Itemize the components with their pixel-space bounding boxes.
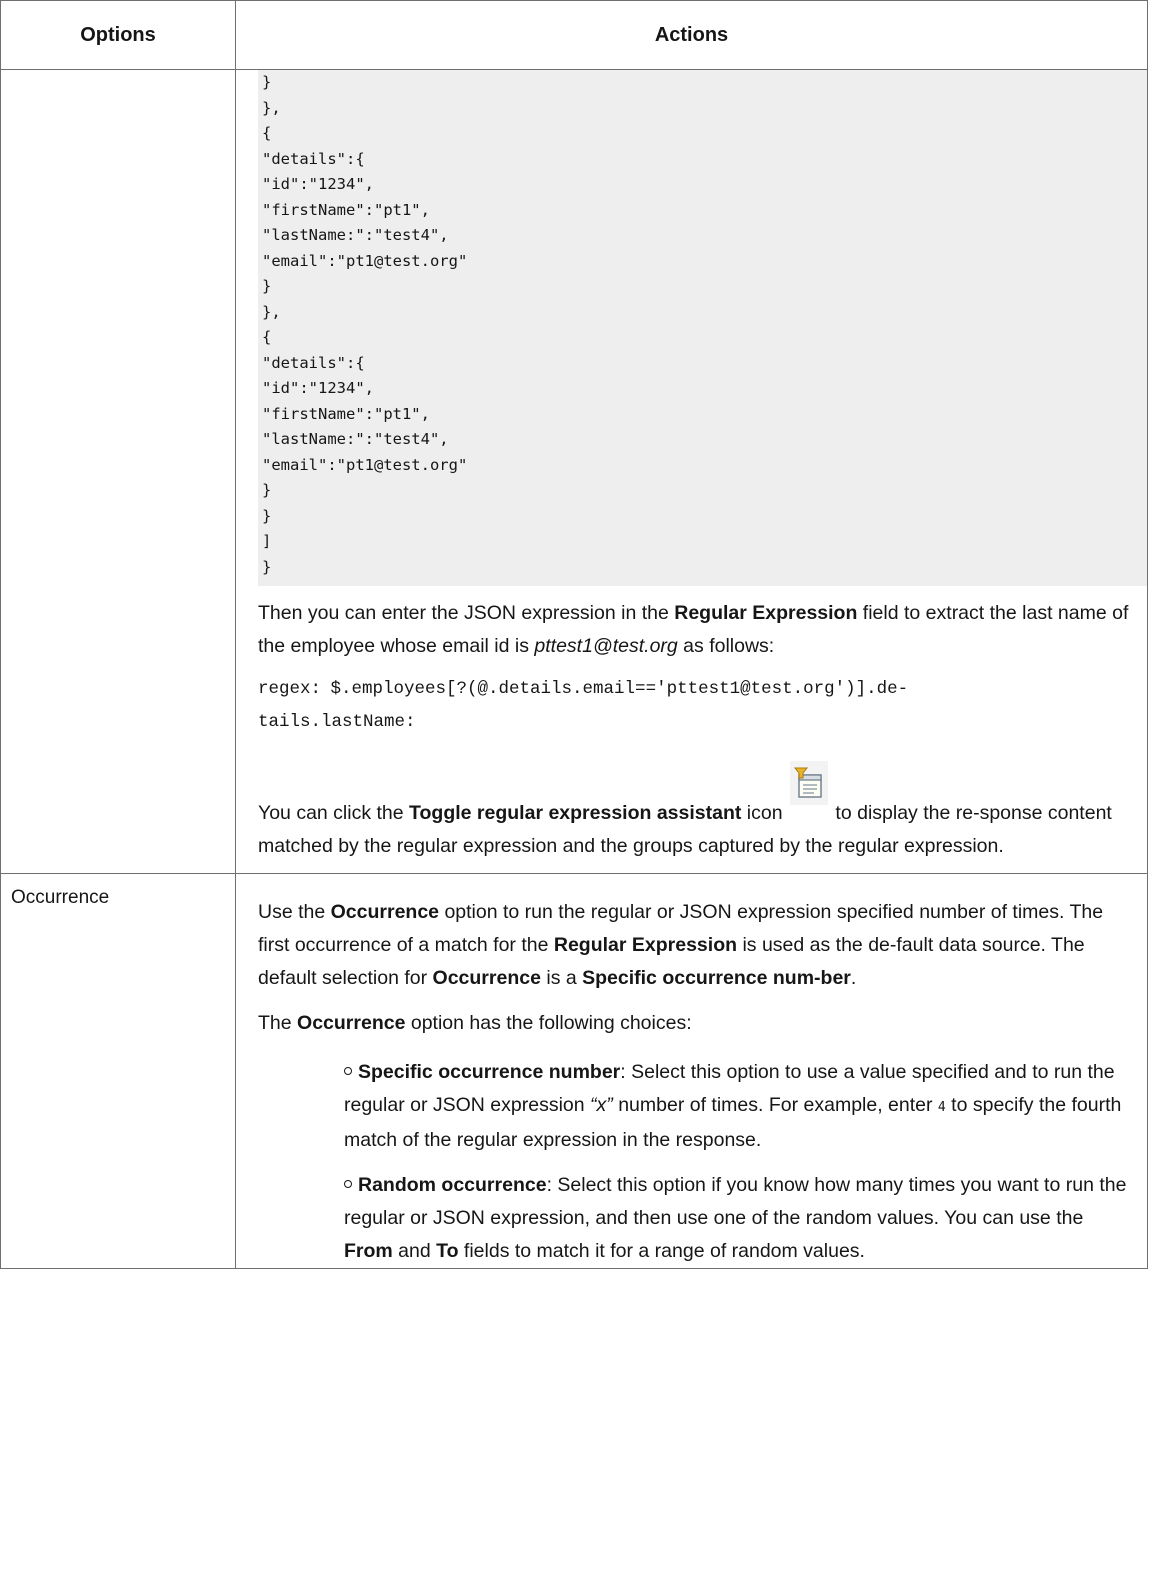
code-line: }	[262, 557, 272, 576]
code-line: ]	[262, 532, 272, 550]
code-line: "firstName":"pt1",	[262, 200, 430, 219]
table-row: Occurrence Use the Occurrence option to …	[0, 873, 1148, 1269]
occurrence-term: Occurrence	[330, 901, 440, 923]
text-run: is a	[540, 967, 583, 989]
email-example: pttest1@test.org	[534, 635, 678, 657]
json-expression-paragraph: Then you can enter the JSON expression i…	[258, 597, 1147, 663]
text-run: Use the	[258, 901, 331, 923]
code-line: "id":"1234",	[262, 379, 374, 397]
header-actions: Actions	[235, 0, 1148, 70]
from-term: From	[344, 1240, 393, 1262]
code-line: }	[262, 277, 272, 295]
code-line: "lastName:":"test4",	[262, 226, 449, 244]
code-line: "lastName:":"test4",	[262, 430, 449, 448]
toggle-regex-assistant-icon[interactable]	[790, 761, 828, 805]
code-line: "email":"pt1@test.org"	[262, 251, 468, 270]
toggle-assistant-paragraph: You can click the Toggle regular express…	[258, 761, 1147, 873]
code-line: "email":"pt1@test.org"	[262, 455, 468, 474]
text-run: .	[850, 967, 857, 989]
json-code-block: }}, { "details":{ "id":"1234", "firstName":"…	[258, 70, 1147, 586]
text-run: fields to match it for a range of random…	[458, 1240, 865, 1262]
bullet-icon	[344, 1067, 352, 1075]
code-line: "details":{	[262, 353, 365, 372]
code-line: "id":"1234",	[262, 175, 374, 193]
toggle-assistant-term: Toggle regular expression assistant	[409, 802, 742, 824]
code-line: "firstName":"pt1",	[262, 404, 430, 423]
code-line: },	[262, 98, 281, 117]
to-term: To	[436, 1240, 459, 1262]
occurrence-term: Occurrence	[432, 967, 541, 989]
list-item: Random occurrence: Select this option if…	[344, 1169, 1147, 1268]
specific-occurrence-term: Specific occurrence num-ber	[582, 967, 851, 989]
code-line: {	[262, 124, 272, 142]
italic-x: “x”	[590, 1094, 613, 1116]
text-run: Then you can enter the JSON expression i…	[258, 602, 675, 624]
text-run: The	[258, 1012, 298, 1034]
regular-expression-term: Regular Expression	[674, 602, 858, 624]
table-header-row: Options Actions	[0, 0, 1148, 70]
occurrence-term: Occurrence	[297, 1012, 406, 1034]
actions-cell: Use the Occurrence option to run the reg…	[235, 873, 1148, 1269]
options-cell-occurrence: Occurrence	[0, 873, 236, 1269]
actions-cell: }}, { "details":{ "id":"1234", "firstName":"…	[235, 69, 1148, 874]
options-actions-table: Options Actions }}, { "details":{ "id":"123…	[0, 0, 1148, 1269]
occurrence-choices-list: Specific occurrence number: Select this …	[258, 1056, 1147, 1268]
choice-title: Specific occurrence number	[358, 1061, 621, 1083]
list-item: Specific occurrence number: Select this …	[344, 1056, 1147, 1157]
code-line: }	[262, 481, 272, 499]
occurrence-description: Use the Occurrence option to run the reg…	[258, 896, 1147, 995]
code-line: }	[262, 506, 272, 525]
code-line: {	[262, 328, 272, 346]
text-run: option has the following choices:	[405, 1012, 692, 1034]
regex-line: regex: $.employees[?(@.details.email=='p…	[258, 679, 909, 699]
regex-line: tails.lastName:	[258, 712, 416, 732]
text-run: number of times. For example, enter	[612, 1094, 938, 1116]
text-run: as follows:	[677, 635, 775, 657]
occurrence-choices-intro: The Occurrence option has the following …	[258, 1007, 1147, 1040]
options-cell-empty	[0, 69, 236, 874]
text-run: You can click the	[258, 802, 410, 824]
regular-expression-term: Regular Expression	[553, 934, 738, 956]
regex-example: regex: $.employees[?(@.details.email=='p…	[258, 673, 1147, 739]
code-line: }	[262, 73, 272, 91]
code-value: 4	[937, 1100, 946, 1115]
bullet-icon	[344, 1180, 352, 1188]
code-line: "details":{	[262, 149, 365, 168]
text-run: icon	[741, 802, 788, 824]
table-row: }}, { "details":{ "id":"1234", "firstName":"…	[0, 69, 1148, 874]
text-run: and	[392, 1240, 437, 1262]
header-options: Options	[0, 0, 236, 70]
choice-title: Random occurrence	[358, 1174, 547, 1196]
code-line: },	[262, 302, 281, 321]
